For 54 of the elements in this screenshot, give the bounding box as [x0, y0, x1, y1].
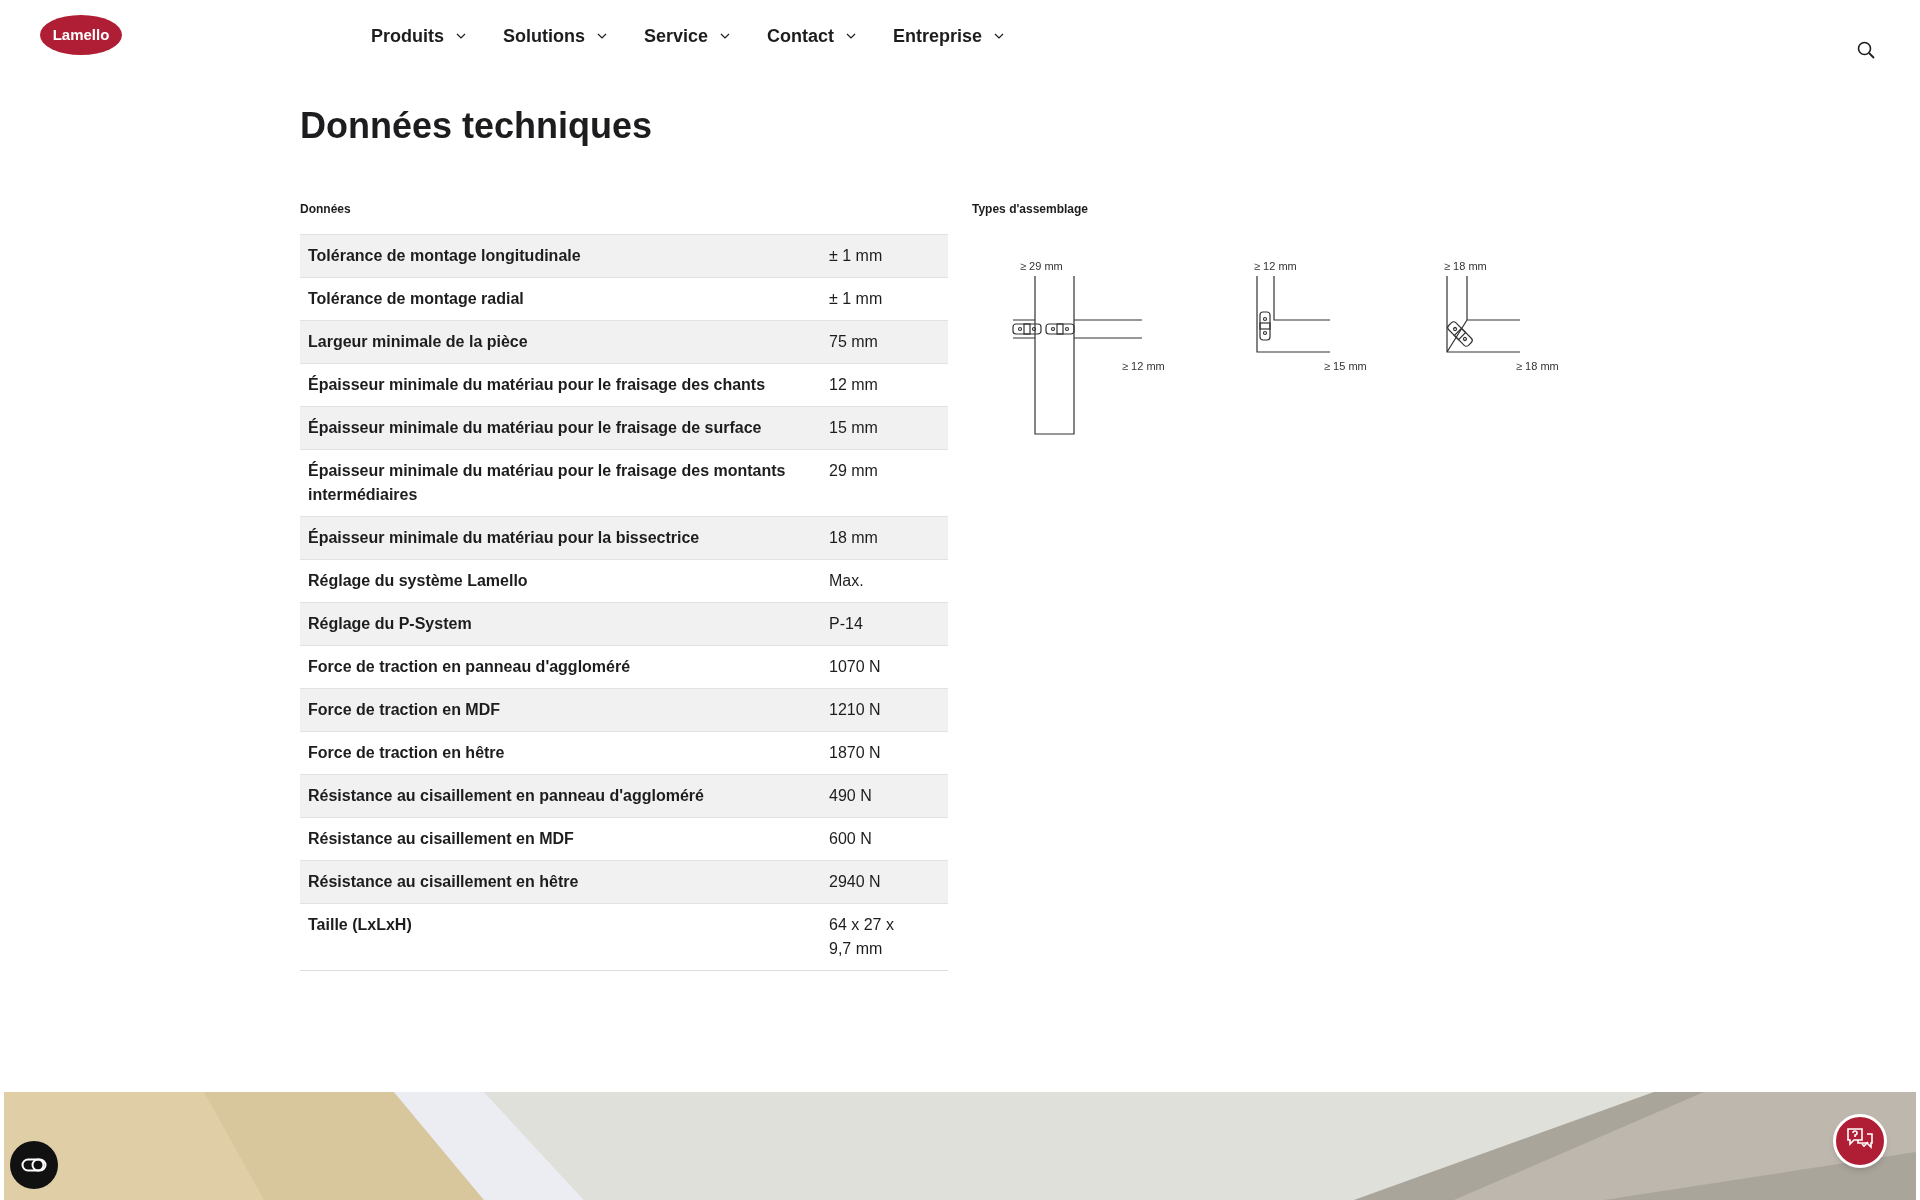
chevron-down-icon	[456, 33, 466, 39]
chevron-down-icon	[846, 33, 857, 39]
chevron-down-icon	[597, 33, 607, 39]
row-label: Tolérance de montage radial	[307, 289, 525, 309]
row-value: 490 N	[828, 786, 873, 806]
row-value: 1070 N	[828, 657, 882, 677]
search-icon[interactable]	[1857, 41, 1875, 59]
row-value: 29 mm	[828, 461, 879, 481]
toggle-icon	[21, 1158, 47, 1172]
dimension-label: ≥ 12 mm	[1122, 360, 1165, 372]
row-label: Résistance au cisaillement en MDF	[307, 829, 575, 849]
row-label: Épaisseur minimale du matériau pour la bissectrice	[307, 527, 701, 548]
page-title: Données techniques	[300, 104, 654, 148]
row-value: 18 mm	[828, 528, 879, 548]
section-heading: Types d'assemblage	[972, 201, 1089, 218]
row-label: Réglage du P-System	[307, 614, 473, 634]
row-label: Épaisseur minimale du matériau pour le fraisage de surface	[307, 417, 763, 438]
row-label: Réglage du système Lamello	[307, 571, 529, 591]
row-label: Tolérance de montage longitudinale	[307, 246, 582, 266]
logo[interactable]: Lamello	[40, 15, 122, 55]
dimension-label: ≥ 12 mm	[1254, 260, 1297, 272]
row-label: Largeur minimale de la pièce	[307, 332, 529, 352]
dimension-label: ≥ 15 mm	[1324, 360, 1367, 372]
row-label: Force de traction en hêtre	[307, 743, 506, 763]
row-label: Taille (LxLxH)	[307, 915, 413, 935]
row-value: ± 1 mm	[828, 246, 884, 266]
nav-menu-item[interactable]: Service	[644, 24, 731, 48]
nav-menu-item[interactable]: Entreprise	[893, 24, 1005, 48]
chevron-down-icon	[994, 33, 1005, 39]
row-label: Épaisseur minimale du matériau pour le fraisage des montants intermédiaires	[307, 460, 787, 505]
dimension-label: ≥ 18 mm	[1444, 260, 1487, 272]
row-value: 1870 N	[828, 743, 882, 763]
dimension-label: ≥ 18 mm	[1516, 360, 1559, 372]
row-label: Épaisseur minimale du matériau pour le fraisage des chants	[307, 374, 767, 395]
nav-menu-item[interactable]: Contact	[767, 24, 857, 48]
section-heading: Données	[300, 201, 352, 218]
nav-menu-item[interactable]: Produits	[371, 24, 466, 48]
dimension-label: ≥ 29 mm	[1020, 260, 1063, 272]
row-value: 1210 N	[828, 700, 882, 720]
row-label: Force de traction en MDF	[307, 700, 502, 720]
row-value: Max.	[828, 571, 865, 591]
row-label: Résistance au cisaillement en hêtre	[307, 872, 580, 892]
row-value: 75 mm	[828, 332, 879, 352]
row-value: ± 1 mm	[828, 289, 884, 309]
nav-menu-item[interactable]: Solutions	[503, 24, 607, 48]
row-value: 600 N	[828, 829, 873, 849]
chevron-down-icon	[720, 33, 731, 39]
row-value: 2940 N	[828, 872, 882, 892]
row-label: Force de traction en panneau d'aggloméré	[307, 657, 632, 677]
row-value: 64 x 27 x 9,7 mm	[828, 915, 895, 959]
row-value: 12 mm	[828, 375, 879, 395]
row-label: Résistance au cisaillement en panneau d'aggloméré	[307, 786, 705, 806]
row-value: P-14	[828, 614, 864, 634]
row-value: 15 mm	[828, 418, 879, 438]
